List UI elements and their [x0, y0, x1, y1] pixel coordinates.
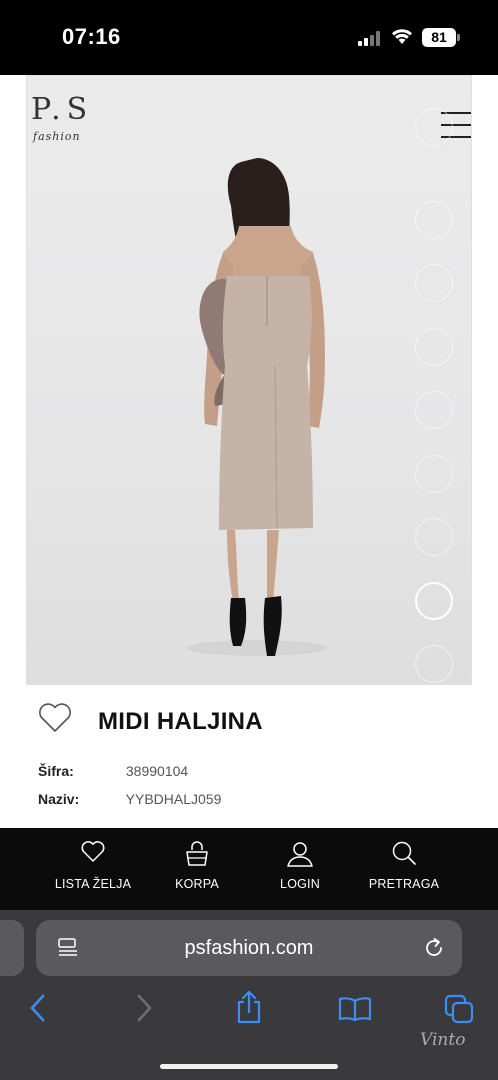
- nav-label: PRETRAGA: [368, 877, 440, 891]
- carousel-dot[interactable]: [415, 264, 453, 302]
- tabs-icon[interactable]: [444, 994, 474, 1024]
- product-title: MIDI HALJINA: [98, 708, 263, 735]
- nav-search[interactable]: PRETRAGA: [349, 828, 459, 910]
- nav-login[interactable]: LOGIN: [245, 828, 355, 910]
- nav-label: LISTA ŽELJA: [54, 877, 132, 891]
- url-bar[interactable]: psfashion.com: [36, 920, 462, 976]
- carousel-dot[interactable]: [415, 201, 453, 239]
- share-icon[interactable]: [235, 990, 263, 1024]
- product-photo: [187, 158, 327, 656]
- spec-row-sku: Šifra: 38990104: [38, 763, 188, 779]
- product-image-carousel[interactable]: P.S fashion: [26, 75, 472, 685]
- carousel-dot-active[interactable]: [415, 582, 453, 620]
- url-text: psfashion.com: [184, 937, 314, 959]
- logo-text: P.S: [31, 92, 94, 127]
- watermark: Vinto: [420, 1030, 466, 1050]
- signal-icon: [358, 30, 382, 46]
- bottom-navigation: LISTA ŽELJA KORPA LOGIN PRETRAGA: [0, 828, 498, 910]
- carousel-dot[interactable]: [415, 328, 453, 366]
- spec-value: 38990104: [125, 763, 189, 779]
- carousel-dot[interactable]: [415, 108, 453, 146]
- search-icon: [392, 841, 416, 865]
- browser-chrome: psfashion.com: [0, 910, 498, 1080]
- nav-wishlist[interactable]: LISTA ŽELJA: [38, 828, 148, 910]
- spec-value: YYBDHALJ059: [125, 791, 222, 807]
- spec-label: Šifra:: [38, 763, 74, 779]
- wishlist-heart-icon[interactable]: [37, 702, 73, 734]
- bag-icon: [186, 841, 208, 866]
- reload-icon[interactable]: [422, 936, 446, 960]
- site-logo[interactable]: P.S fashion: [31, 92, 111, 152]
- back-icon[interactable]: [28, 992, 48, 1024]
- nav-label: KORPA: [175, 877, 219, 891]
- logo-subtitle: fashion: [33, 130, 81, 143]
- carousel-dot[interactable]: [415, 391, 453, 429]
- wifi-icon: [392, 29, 412, 44]
- status-time: 07:16: [62, 24, 121, 49]
- product-header: MIDI HALJINA: [0, 690, 498, 750]
- spec-row-name: Naziv: YYBDHALJ059: [38, 791, 221, 807]
- status-bar: 07:16 81: [0, 0, 498, 75]
- user-icon: [287, 842, 313, 867]
- heart-icon: [81, 841, 105, 862]
- nav-cart[interactable]: KORPA: [142, 828, 252, 910]
- spec-label: Naziv:: [38, 791, 80, 807]
- carousel-dot[interactable]: [415, 518, 453, 556]
- carousel-dot[interactable]: [415, 455, 453, 493]
- carousel-dot[interactable]: [415, 645, 453, 683]
- previous-tab-preview[interactable]: [0, 920, 24, 976]
- bookmarks-icon[interactable]: [338, 996, 372, 1022]
- home-indicator[interactable]: [160, 1064, 338, 1069]
- nav-label: LOGIN: [280, 877, 320, 891]
- forward-icon: [137, 994, 152, 1022]
- battery-indicator: 81: [422, 28, 460, 47]
